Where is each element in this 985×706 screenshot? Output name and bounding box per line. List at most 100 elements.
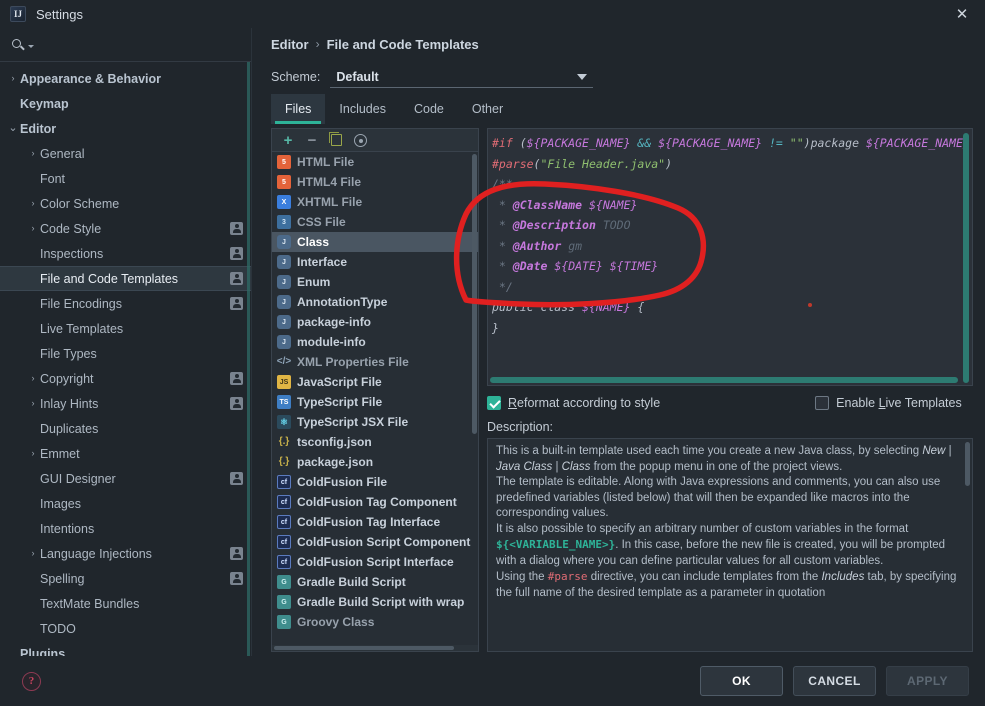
live-templates-checkbox[interactable]: Enable Live Templates: [815, 396, 962, 410]
sidebar-item-copyright[interactable]: › Copyright: [0, 366, 251, 391]
template-list-item-label: ColdFusion Tag Component: [297, 495, 457, 509]
sidebar-item-language-injections[interactable]: › Language Injections: [0, 541, 251, 566]
sidebar-item-code-style[interactable]: › Code Style: [0, 216, 251, 241]
code-line: #parse("File Header.java"): [492, 154, 966, 175]
tab-code[interactable]: Code: [400, 94, 458, 124]
template-list-item[interactable]: Jpackage-info: [272, 312, 478, 332]
sidebar-item-general[interactable]: › General: [0, 141, 251, 166]
sidebar-item-emmet[interactable]: › Emmet: [0, 441, 251, 466]
chevron-right-icon[interactable]: ›: [26, 374, 40, 383]
template-list-item[interactable]: X XHTML File: [272, 192, 478, 212]
template-list-item-label: CSS File: [297, 215, 346, 229]
cancel-button[interactable]: CANCEL: [793, 666, 876, 696]
template-list-item[interactable]: J Enum: [272, 272, 478, 292]
description-paragraph: It is also possible to specify an arbitr…: [496, 522, 946, 567]
ok-button[interactable]: OK: [700, 666, 783, 696]
sidebar-item-plugins[interactable]: Plugins: [0, 641, 251, 657]
template-list-item[interactable]: cf ColdFusion Script Interface: [272, 552, 478, 572]
chevron-right-icon[interactable]: ›: [26, 149, 40, 158]
chevron-down-icon[interactable]: ⌄: [6, 123, 20, 134]
chevron-right-icon[interactable]: ›: [6, 74, 20, 83]
template-list-item-label: package.json: [297, 455, 374, 469]
sidebar-item-textmate-bundles[interactable]: TextMate Bundles: [0, 591, 251, 616]
breadcrumb-current: File and Code Templates: [326, 36, 479, 52]
reformat-checkbox[interactable]: Reformat according to style: [487, 396, 660, 410]
template-list-item[interactable]: 3 CSS File: [272, 212, 478, 232]
sidebar-item-inlay-hints[interactable]: › Inlay Hints: [0, 391, 251, 416]
copy-template-button[interactable]: [326, 131, 346, 150]
sidebar-item-editor[interactable]: ⌄ Editor: [0, 116, 251, 141]
sidebar-item-color-scheme[interactable]: › Color Scheme: [0, 191, 251, 216]
template-list-item[interactable]: J Interface: [272, 252, 478, 272]
sidebar-item-gui-designer[interactable]: GUI Designer: [0, 466, 251, 491]
breadcrumb-root[interactable]: Editor: [271, 37, 309, 52]
scheme-value: Default: [336, 69, 379, 84]
template-list-item[interactable]: cf ColdFusion Tag Interface: [272, 512, 478, 532]
template-list-item[interactable]: J Class: [272, 232, 478, 252]
template-code-editor[interactable]: #if (${PACKAGE_NAME} && ${PACKAGE_NAME} …: [487, 128, 973, 386]
remove-template-button[interactable]: −: [302, 131, 322, 150]
live-templates-checkbox-box[interactable]: [815, 396, 830, 410]
reformat-checkbox-label: Reformat according to style: [508, 396, 661, 410]
template-list-item[interactable]: G Groovy Class: [272, 612, 478, 632]
template-list-item[interactable]: TS TypeScript File: [272, 392, 478, 412]
sidebar-item-keymap[interactable]: Keymap: [0, 91, 251, 116]
cf-icon: cf: [277, 475, 291, 489]
template-list-item-label: package-info: [297, 315, 372, 329]
sidebar-item-spelling[interactable]: Spelling: [0, 566, 251, 591]
sidebar-scrollbar[interactable]: [247, 62, 250, 662]
template-list-hscrollbar[interactable]: [272, 645, 478, 651]
add-template-button[interactable]: +: [278, 131, 298, 150]
sidebar-item-inspections[interactable]: Inspections: [0, 241, 251, 266]
description-scrollbar[interactable]: [965, 442, 970, 486]
sidebar-item-file-and-code-templates[interactable]: File and Code Templates: [0, 266, 251, 291]
chevron-right-icon[interactable]: ›: [26, 449, 40, 458]
template-list-item[interactable]: cf ColdFusion Tag Component: [272, 492, 478, 512]
code-horizontal-scrollbar[interactable]: [490, 377, 958, 383]
sidebar-item-images[interactable]: Images: [0, 491, 251, 516]
search-input[interactable]: [40, 37, 239, 52]
template-list-item[interactable]: JS JavaScript File: [272, 372, 478, 392]
template-list-item[interactable]: G Gradle Build Script with wrap: [272, 592, 478, 612]
chevron-right-icon[interactable]: ›: [26, 224, 40, 233]
tab-other[interactable]: Other: [458, 94, 517, 124]
sidebar-item-file-types[interactable]: File Types: [0, 341, 251, 366]
chevron-right-icon[interactable]: ›: [26, 199, 40, 208]
sidebar-item-font[interactable]: Font: [0, 166, 251, 191]
template-list-item[interactable]: G Gradle Build Script: [272, 572, 478, 592]
sidebar-item-duplicates[interactable]: Duplicates: [0, 416, 251, 441]
search-dropdown-icon[interactable]: [28, 45, 34, 48]
template-list-item[interactable]: J AnnotationType: [272, 292, 478, 312]
sidebar-item-appearance-behavior[interactable]: › Appearance & Behavior: [0, 66, 251, 91]
template-list-scrollbar[interactable]: [472, 154, 477, 434]
chevron-right-icon[interactable]: ›: [26, 549, 40, 558]
template-list-item[interactable]: </> XML Properties File: [272, 352, 478, 372]
template-list-item[interactable]: 5 HTML File: [272, 152, 478, 172]
template-list-item[interactable]: {.} package.json: [272, 452, 478, 472]
tab-includes[interactable]: Includes: [325, 94, 400, 124]
help-icon[interactable]: ?: [22, 671, 41, 691]
template-list-item-label: module-info: [297, 335, 366, 349]
sidebar-item-label: General: [40, 146, 85, 161]
code-vertical-scrollbar[interactable]: [963, 133, 969, 383]
template-list-item[interactable]: cf ColdFusion File: [272, 472, 478, 492]
sidebar-item-todo[interactable]: TODO: [0, 616, 251, 641]
sidebar-item-intentions[interactable]: Intentions: [0, 516, 251, 541]
reset-template-button[interactable]: [350, 131, 370, 150]
scheme-dropdown[interactable]: Default: [330, 66, 594, 88]
dialog-buttons: OK CANCEL APPLY: [700, 666, 969, 696]
template-list-item[interactable]: {.} tsconfig.json: [272, 432, 478, 452]
template-list-item[interactable]: Jmodule-info: [272, 332, 478, 352]
sidebar-item-live-templates[interactable]: Live Templates: [0, 316, 251, 341]
template-list-item[interactable]: cf ColdFusion Script Component: [272, 532, 478, 552]
sidebar-item-file-encodings[interactable]: File Encodings: [0, 291, 251, 316]
reformat-checkbox-box[interactable]: [487, 396, 501, 410]
sidebar-item-label: TODO: [40, 621, 76, 636]
close-icon[interactable]: ✕: [939, 0, 985, 28]
project-scope-icon: [230, 247, 243, 260]
sidebar-search[interactable]: [0, 28, 251, 62]
template-list-item[interactable]: 5 HTML4 File: [272, 172, 478, 192]
chevron-right-icon[interactable]: ›: [26, 399, 40, 408]
template-list-item[interactable]: ⚛ TypeScript JSX File: [272, 412, 478, 432]
tab-files[interactable]: Files: [271, 94, 326, 124]
